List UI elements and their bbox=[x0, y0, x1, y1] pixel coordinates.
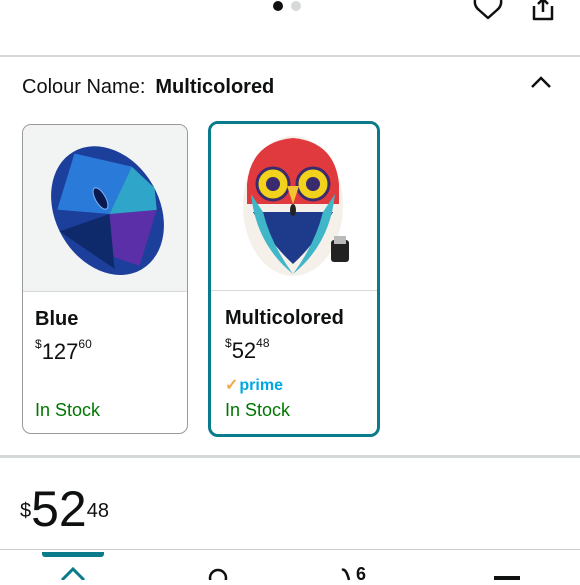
currency-symbol: $ bbox=[225, 336, 232, 350]
currency-symbol: $ bbox=[20, 500, 32, 522]
variant-card-multicolored[interactable]: Multicolored $5248 ✓prime In Stock bbox=[208, 121, 380, 437]
heart-icon[interactable] bbox=[472, 0, 504, 20]
variant-price: $12760 bbox=[35, 337, 92, 365]
prime-check-icon: ✓ bbox=[225, 377, 239, 394]
blue-mouse-image bbox=[51, 146, 164, 275]
nav-active-indicator bbox=[42, 552, 104, 557]
variant-name: Blue bbox=[35, 308, 79, 330]
top-bar bbox=[0, 0, 580, 54]
price-fraction: 60 bbox=[78, 337, 92, 351]
stock-status: In Stock bbox=[35, 400, 101, 420]
cart-icon[interactable]: 6 bbox=[340, 562, 380, 584]
prime-badge: ✓prime bbox=[225, 375, 283, 395]
carousel-dot[interactable] bbox=[291, 1, 301, 11]
cart-handle bbox=[341, 568, 351, 581]
owl-mouse-image bbox=[243, 136, 349, 276]
home-icon[interactable] bbox=[58, 566, 88, 580]
product-image bbox=[211, 124, 377, 291]
price-whole: 127 bbox=[41, 339, 79, 364]
variant-price: $5248 bbox=[225, 336, 270, 364]
product-image bbox=[23, 125, 187, 292]
price-fraction: 48 bbox=[86, 500, 109, 522]
prime-label: prime bbox=[239, 377, 283, 394]
carousel-dots bbox=[273, 1, 301, 11]
share-icon[interactable] bbox=[528, 0, 558, 22]
currency-symbol: $ bbox=[35, 337, 42, 351]
price-whole: 52 bbox=[31, 481, 87, 537]
colour-name-row: Colour Name: Multicolored bbox=[22, 76, 274, 99]
profile-icon[interactable] bbox=[204, 566, 232, 580]
divider bbox=[0, 55, 580, 57]
colour-label: Colour Name: bbox=[22, 76, 146, 98]
price-fraction: 48 bbox=[256, 336, 270, 350]
chevron-up-icon[interactable] bbox=[528, 72, 554, 92]
menu-icon[interactable] bbox=[494, 576, 520, 580]
stock-status: In Stock bbox=[225, 400, 291, 420]
carousel-dot-active[interactable] bbox=[273, 1, 283, 11]
variant-name: Multicolored bbox=[225, 307, 344, 329]
colour-value: Multicolored bbox=[155, 76, 275, 98]
price-whole: 52 bbox=[231, 338, 257, 363]
product-price: $5248 bbox=[20, 484, 109, 534]
divider bbox=[0, 455, 580, 458]
variant-card-blue[interactable]: Blue $12760 In Stock bbox=[22, 124, 188, 434]
